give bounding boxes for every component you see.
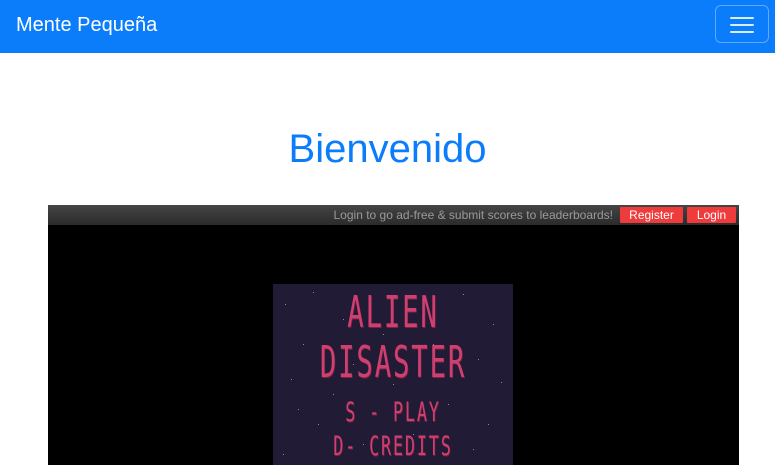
star-dot: [303, 344, 304, 345]
register-button[interactable]: Register: [620, 207, 683, 223]
game-title-line-2: DISASTER: [319, 337, 467, 388]
play-instruction: S - PLAY: [345, 397, 441, 428]
page-title: Bienvenido: [288, 127, 487, 171]
credits-instruction: D- CREDITS: [333, 431, 453, 462]
star-dot: [478, 359, 479, 360]
star-dot: [473, 449, 474, 450]
hamburger-menu-icon: [730, 17, 754, 19]
star-dot: [501, 382, 502, 383]
game-title-line-1: ALIEN: [347, 287, 439, 338]
star-dot: [493, 324, 494, 325]
hamburger-menu-icon-bar: [730, 24, 754, 26]
star-dot: [333, 394, 334, 395]
star-dot: [313, 292, 314, 293]
brand-link[interactable]: Mente Pequeña: [16, 13, 157, 37]
star-dot: [298, 409, 299, 410]
navbar-toggler-button[interactable]: [715, 5, 769, 43]
game-topbar: Login to go ad-free & submit scores to l…: [48, 205, 739, 225]
game-embed[interactable]: Login to go ad-free & submit scores to l…: [48, 205, 739, 465]
star-dot: [285, 304, 286, 305]
game-canvas[interactable]: ALIEN DISASTER S - PLAY D- CREDITS: [273, 284, 513, 465]
hamburger-menu-icon-bar: [730, 31, 754, 33]
top-navbar: Mente Pequeña: [0, 0, 775, 53]
star-dot: [291, 379, 292, 380]
login-button[interactable]: Login: [687, 207, 736, 223]
star-dot: [283, 454, 284, 455]
login-promo-text: Login to go ad-free & submit scores to l…: [333, 208, 614, 222]
star-dot: [488, 424, 489, 425]
